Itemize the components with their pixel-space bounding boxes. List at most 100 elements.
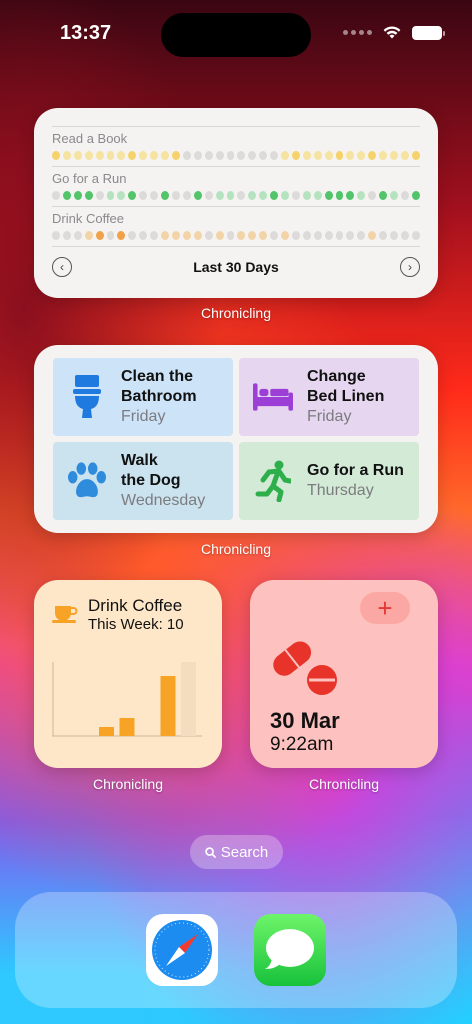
- habit-day-dot: [128, 151, 137, 160]
- habit-day-dot: [281, 191, 289, 200]
- habit-day-dot: [313, 151, 322, 160]
- habit-day-dot: [106, 151, 115, 160]
- habit-day-dot: [171, 231, 180, 240]
- chore-title: Go for a Run: [307, 462, 404, 479]
- habit-day-dot: [357, 191, 366, 200]
- habit-day-dot: [259, 231, 268, 240]
- habit-day-dot: [357, 151, 366, 160]
- habit-day-dot: [302, 231, 311, 240]
- chores-widget[interactable]: Clean the Bathroom Friday Change Bed Lin…: [34, 345, 438, 533]
- habit-day-dot: [335, 191, 344, 200]
- runner-icon: [253, 458, 293, 504]
- safari-icon[interactable]: [146, 914, 218, 986]
- habit-day-dot: [291, 231, 300, 240]
- habit-row[interactable]: Drink Coffee: [52, 206, 420, 246]
- chore-day: Thursday: [307, 482, 374, 499]
- habit-day-dot: [248, 151, 257, 160]
- habit-day-dot: [281, 231, 289, 240]
- coffee-cup-icon: [52, 604, 78, 629]
- habit-day-dot: [117, 191, 126, 200]
- toilet-icon: [67, 374, 107, 420]
- habit-name: Drink Coffee: [52, 211, 125, 226]
- habit-day-dot: [411, 231, 420, 240]
- habit-day-dot: [139, 151, 148, 160]
- meds-widget[interactable]: + 30 Mar 9:22am: [250, 580, 438, 768]
- habit-day-dot: [368, 231, 377, 240]
- habit-day-dot: [215, 191, 224, 200]
- coffee-day-bar: [160, 676, 176, 736]
- habit-day-dot: [346, 151, 355, 160]
- habit-name: Go for a Run: [52, 171, 127, 186]
- habit-day-dot: [204, 231, 213, 240]
- habit-day-dot: [270, 151, 279, 160]
- coffee-bar-chart: [52, 662, 202, 737]
- habit-day-dot: [259, 191, 268, 200]
- plus-icon[interactable]: +: [360, 592, 410, 624]
- habit-day-dot: [411, 191, 420, 200]
- habit-day-dot: [335, 151, 344, 160]
- habit-day-dot: [52, 191, 60, 200]
- chore-title: Walk the Dog: [121, 452, 181, 489]
- habit-day-dot: [161, 191, 169, 200]
- chore-day: Friday: [121, 408, 166, 425]
- habit-day-dot: [237, 151, 246, 160]
- habit-day-dot: [62, 191, 71, 200]
- search-label: Search: [220, 843, 269, 861]
- habit-day-dot: [368, 191, 377, 200]
- widget-caption: Chronicling: [200, 305, 272, 321]
- coffee-day-bar: [99, 727, 114, 736]
- habit-day-dot: [62, 151, 71, 160]
- habit-day-dot: [215, 231, 224, 240]
- habit-day-dot: [302, 151, 311, 160]
- habit-day-dot: [346, 191, 355, 200]
- habit-day-dot: [226, 191, 235, 200]
- habit-day-dot: [259, 151, 268, 160]
- widget-caption: Chronicling: [92, 776, 164, 792]
- habit-day-dot: [204, 151, 213, 160]
- habit-day-dot: [84, 231, 93, 240]
- habit-day-dot: [248, 191, 257, 200]
- habit-day-dot: [161, 151, 169, 160]
- habit-day-dot: [117, 231, 126, 240]
- habit-day-dot: [270, 231, 279, 240]
- status-time: 13:37: [60, 22, 112, 44]
- habit-day-dots: [52, 231, 420, 240]
- habit-day-dot: [346, 231, 355, 240]
- chore-tile-change-bed-linen[interactable]: Change Bed Linen Friday: [239, 358, 419, 436]
- habit-day-dot: [95, 231, 104, 240]
- bed-icon: [253, 374, 293, 420]
- habit-day-dot: [182, 231, 191, 240]
- chevron-left-circle-icon[interactable]: ‹: [52, 256, 72, 277]
- chore-day: Friday: [307, 408, 352, 425]
- paw-icon: [67, 458, 107, 504]
- habit-name: Read a Book: [52, 131, 128, 146]
- habit-day-dot: [52, 231, 60, 240]
- chevron-right-circle-icon[interactable]: ›: [399, 256, 420, 277]
- search-button[interactable]: Search: [190, 835, 283, 869]
- habit-row[interactable]: Go for a Run: [52, 166, 420, 206]
- habit-day-dot: [117, 151, 126, 160]
- chore-tile-go-for-run[interactable]: Go for a Run Thursday: [239, 442, 419, 520]
- habit-day-dot: [52, 151, 60, 160]
- habit-day-dot: [204, 191, 213, 200]
- habit-day-dot: [401, 151, 409, 160]
- chore-tile-clean-bathroom[interactable]: Clean the Bathroom Friday: [53, 358, 233, 436]
- habit-row[interactable]: Read a Book: [52, 126, 420, 166]
- habit-footer: ‹ Last 30 Days ›: [52, 246, 420, 286]
- habit-day-dot: [73, 151, 82, 160]
- habit-tracker-widget[interactable]: Read a Book Go for a Run Drink Coffee ‹ La…: [34, 108, 438, 298]
- habit-day-dot: [150, 231, 159, 240]
- habit-day-dot: [379, 191, 388, 200]
- habit-day-dot: [193, 151, 202, 160]
- messages-icon[interactable]: [254, 914, 326, 986]
- dynamic-island: [161, 13, 311, 57]
- widget-caption: Chronicling: [308, 776, 380, 792]
- habit-day-dot: [139, 231, 148, 240]
- status-icons: [343, 25, 445, 40]
- habit-day-dot: [106, 231, 115, 240]
- coffee-widget[interactable]: Drink Coffee This Week: 10: [34, 580, 222, 768]
- chore-tile-walk-dog[interactable]: Walk the Dog Wednesday: [53, 442, 233, 520]
- habit-day-dot: [313, 231, 322, 240]
- coffee-subtitle: This Week: 10: [88, 616, 184, 633]
- habit-day-dot: [95, 151, 104, 160]
